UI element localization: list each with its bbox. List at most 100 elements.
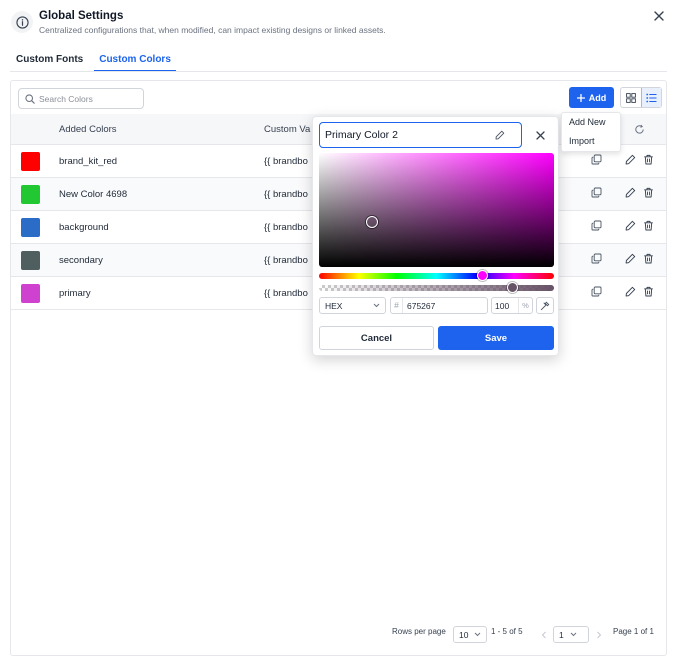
saturation-handle[interactable] — [366, 216, 378, 228]
search-icon — [25, 93, 35, 104]
rows-per-page-value: 10 — [459, 629, 469, 640]
page-title: Global Settings — [39, 10, 124, 22]
custom-value: {{ brandbo — [264, 255, 308, 266]
color-swatch[interactable] — [21, 284, 40, 303]
column-header-custom-value: Custom Va — [264, 124, 311, 135]
color-swatch[interactable] — [21, 152, 40, 171]
eyedropper-icon — [540, 301, 550, 310]
add-dropdown-menu: Add New Import — [561, 112, 621, 152]
color-name-field[interactable] — [319, 122, 522, 148]
grid-view-button[interactable] — [621, 88, 641, 107]
pencil-icon — [625, 251, 636, 269]
global-settings-dialog: Global Settings Centralized configuratio… — [0, 0, 677, 665]
delete-button[interactable] — [641, 220, 655, 234]
delete-button[interactable] — [641, 154, 655, 168]
color-format-select[interactable]: HEX — [319, 297, 386, 314]
copy-icon — [591, 185, 602, 203]
color-picker-popover: HEX # % Cancel Save — [312, 116, 559, 356]
color-swatch[interactable] — [21, 218, 40, 237]
delete-button[interactable] — [641, 187, 655, 201]
previous-page-button[interactable] — [536, 626, 552, 643]
close-icon — [654, 11, 664, 21]
hue-slider[interactable] — [319, 270, 554, 281]
tabs-divider — [10, 71, 667, 72]
pagination-range: 1 - 5 of 5 — [491, 627, 523, 636]
hash-prefix: # — [391, 298, 403, 313]
info-icon — [11, 11, 33, 33]
pencil-icon — [625, 152, 636, 170]
duplicate-button[interactable] — [589, 253, 603, 267]
chevron-down-icon — [570, 632, 577, 637]
tab-bar: Custom Fonts Custom Colors — [16, 53, 192, 72]
hex-field[interactable]: # — [390, 297, 488, 314]
rows-per-page-select[interactable]: 10 — [453, 626, 487, 643]
grid-icon — [625, 92, 636, 103]
color-name-input[interactable] — [325, 129, 495, 141]
save-button[interactable]: Save — [438, 326, 554, 350]
refresh-button[interactable] — [632, 122, 646, 136]
delete-button[interactable] — [641, 286, 655, 300]
custom-value: {{ brandbo — [264, 189, 308, 200]
add-button[interactable]: Add — [569, 87, 614, 108]
hex-input[interactable] — [403, 300, 481, 311]
custom-value: {{ brandbo — [264, 222, 308, 233]
pencil-icon — [625, 218, 636, 236]
duplicate-button[interactable] — [589, 154, 603, 168]
pencil-icon — [625, 284, 636, 302]
eyedropper-button[interactable] — [536, 297, 554, 314]
search-box[interactable] — [18, 88, 144, 109]
page-value: 1 — [559, 629, 564, 640]
duplicate-button[interactable] — [589, 286, 603, 300]
color-swatch[interactable] — [21, 251, 40, 270]
cancel-button[interactable]: Cancel — [319, 326, 434, 350]
edit-button[interactable] — [623, 220, 637, 234]
delete-button[interactable] — [641, 253, 655, 267]
percent-suffix: % — [518, 298, 532, 313]
color-name: secondary — [59, 255, 103, 266]
color-name: brand_kit_red — [59, 156, 118, 167]
menu-item-import[interactable]: Import — [562, 132, 620, 151]
page-select[interactable]: 1 — [553, 626, 589, 643]
duplicate-button[interactable] — [589, 187, 603, 201]
saturation-area[interactable] — [319, 153, 554, 267]
list-view-button[interactable] — [640, 88, 661, 107]
color-name: primary — [59, 288, 91, 299]
copy-icon — [591, 152, 602, 170]
tab-custom-fonts[interactable]: Custom Fonts — [16, 53, 83, 72]
add-button-label: Add — [588, 92, 607, 103]
trash-icon — [643, 251, 654, 269]
close-picker-button[interactable] — [532, 127, 548, 143]
list-icon — [646, 93, 657, 102]
color-swatch[interactable] — [21, 185, 40, 204]
opacity-slider-handle[interactable] — [506, 282, 518, 293]
search-input[interactable] — [39, 93, 139, 104]
close-dialog-button[interactable] — [652, 9, 666, 23]
chevron-down-icon — [373, 303, 380, 308]
opacity-input[interactable] — [492, 300, 518, 311]
edit-button[interactable] — [623, 187, 637, 201]
custom-value: {{ brandbo — [264, 288, 308, 299]
edit-button[interactable] — [623, 253, 637, 267]
chevron-left-icon — [541, 631, 546, 638]
edit-button[interactable] — [623, 286, 637, 300]
trash-icon — [643, 185, 654, 203]
color-name: background — [59, 222, 109, 233]
page-of-label: Page 1 of 1 — [613, 627, 654, 636]
edit-button[interactable] — [623, 154, 637, 168]
trash-icon — [643, 152, 654, 170]
tab-custom-colors[interactable]: Custom Colors — [94, 53, 176, 72]
pencil-icon — [625, 185, 636, 203]
hue-slider-handle[interactable] — [476, 270, 488, 281]
trash-icon — [643, 284, 654, 302]
rows-per-page-label: Rows per page — [392, 627, 446, 636]
chevron-down-icon — [475, 632, 481, 637]
menu-item-add-new[interactable]: Add New — [562, 113, 620, 132]
copy-icon — [591, 284, 602, 302]
opacity-slider[interactable] — [319, 282, 554, 293]
page-subtitle: Centralized configurations that, when mo… — [39, 25, 386, 35]
duplicate-button[interactable] — [589, 220, 603, 234]
trash-icon — [643, 218, 654, 236]
next-page-button[interactable] — [591, 626, 607, 643]
opacity-field[interactable]: % — [491, 297, 533, 314]
close-icon — [535, 130, 545, 140]
